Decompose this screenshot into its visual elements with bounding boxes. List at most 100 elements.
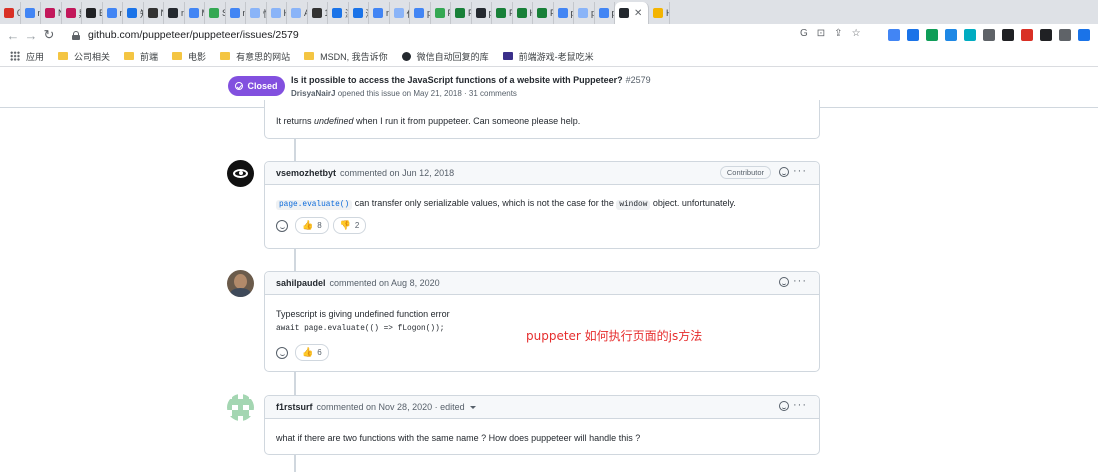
issue-state-label: Closed [247, 81, 278, 91]
extension-icon[interactable] [983, 29, 995, 41]
browser-tab[interactable]: 任 [390, 2, 410, 24]
browser-tab[interactable]: pu [554, 2, 574, 24]
bookmark-label: 有意思的网站 [236, 51, 291, 62]
browser-tab[interactable]: ne [164, 2, 185, 24]
bookmark-item[interactable]: 微信自动回复的库 [401, 50, 489, 63]
browser-tab[interactable]: Pu [492, 2, 513, 24]
extensions-bar [888, 29, 1090, 41]
install-icon[interactable]: ⊡ [817, 28, 825, 39]
more-options-icon[interactable]: ··· [793, 399, 807, 411]
issue-title[interactable]: Is it possible to access the JavaScript … [291, 75, 651, 85]
comment-text: It returns [276, 116, 315, 126]
reactions-bar: 👍 8 👎 2 [276, 217, 808, 234]
browser-tab[interactable]: H [267, 2, 287, 24]
browser-tab[interactable]: H [513, 2, 533, 24]
issue-meta-text: opened this issue on May 21, 2018 · 31 c… [337, 89, 517, 98]
close-tab-icon[interactable]: ✕ [634, 8, 642, 19]
browser-tab[interactable]: H [649, 2, 670, 24]
extension-icon[interactable] [1021, 29, 1033, 41]
browser-tab[interactable]: 深 [349, 2, 369, 24]
bookmark-item[interactable]: 前端游戏-老鼠吃米 [502, 50, 594, 63]
extension-icon[interactable] [1040, 29, 1052, 41]
tab-favicon-icon [653, 8, 663, 18]
browser-tab[interactable]: 深 [328, 2, 349, 24]
browser-tab[interactable]: N [144, 2, 164, 24]
comment-body: It returns undefined when I run it from … [265, 100, 819, 126]
extension-icon[interactable] [926, 29, 938, 41]
browser-tab[interactable]: M [185, 2, 205, 24]
comment-timestamp[interactable]: commented on Aug 8, 2020 [330, 278, 440, 288]
url-text[interactable]: github.com/puppeteer/puppeteer/issues/25… [88, 29, 299, 41]
add-reaction-icon[interactable] [779, 277, 789, 287]
bookmark-item[interactable]: 有意思的网站 [220, 50, 290, 63]
add-reaction-icon[interactable] [276, 346, 288, 359]
tab-favicon-icon [24, 8, 35, 18]
browser-tab[interactable]: 1( [308, 2, 328, 24]
comment-timestamp[interactable]: commented on Nov 28, 2020 · edited [317, 402, 465, 412]
reaction-thumbs-up[interactable]: 👍 6 [295, 344, 329, 361]
reaction-thumbs-up[interactable]: 👍 8 [295, 217, 329, 234]
browser-tab[interactable]: 01 [0, 2, 21, 24]
tab-favicon-icon [434, 8, 445, 18]
bookmark-item[interactable]: MSDN, 我告诉你 [304, 50, 388, 63]
back-icon[interactable]: ← [4, 28, 22, 43]
issue-author-link[interactable]: DrisyaNairJ [291, 89, 335, 98]
edit-history-chevron-icon[interactable] [469, 405, 476, 409]
identicon-pixel [248, 415, 254, 421]
share-icon[interactable]: ⇪ [834, 28, 842, 39]
extension-icon[interactable] [907, 29, 919, 41]
browser-tab[interactable]: Pu [451, 2, 472, 24]
add-reaction-icon[interactable] [779, 401, 789, 411]
browser-tab[interactable]: ne [21, 2, 41, 24]
more-options-icon[interactable]: ··· [793, 165, 807, 177]
browser-tab[interactable]: pu [472, 2, 492, 24]
avatar[interactable] [227, 160, 254, 187]
extension-icon[interactable] [945, 29, 957, 41]
extension-icon[interactable] [1059, 29, 1071, 41]
comment-author-link[interactable]: f1rstsurf [276, 402, 313, 412]
extension-icon[interactable] [964, 29, 976, 41]
avatar[interactable] [227, 394, 254, 421]
browser-tab[interactable]: m [369, 2, 390, 24]
browser-tab[interactable]: Pu [533, 2, 554, 24]
address-bar[interactable]: github.com/puppeteer/puppeteer/issues/25… [72, 27, 792, 43]
forward-icon[interactable]: → [22, 28, 40, 43]
folder-icon [124, 52, 135, 60]
browser-tab[interactable]: 知 [123, 2, 144, 24]
browser-tab[interactable]: N [41, 2, 62, 24]
extension-icon[interactable] [1002, 29, 1014, 41]
browser-tab[interactable]: 异 [62, 2, 82, 24]
browser-tab[interactable]: m [226, 2, 246, 24]
browser-tab[interactable]: pu [410, 2, 431, 24]
browser-tab[interactable]: pu [574, 2, 595, 24]
add-reaction-icon[interactable] [276, 219, 288, 232]
google-translate-icon[interactable]: G [800, 28, 808, 39]
tab-favicon-icon [332, 8, 342, 18]
browser-tab[interactable]: A [287, 2, 308, 24]
comment-timestamp[interactable]: commented on Jun 12, 2018 [340, 168, 454, 178]
more-options-icon[interactable]: ··· [793, 275, 807, 287]
browser-tab[interactable]: Sa [205, 2, 226, 24]
browser-tab-active[interactable]: ✕ [615, 2, 649, 24]
bookmark-item[interactable]: 公司相关 [58, 50, 110, 63]
browser-tab[interactable]: pu [595, 2, 615, 24]
reload-icon[interactable]: ↻ [40, 27, 58, 43]
comment-author-link[interactable]: vsemozhetbyt [276, 168, 336, 178]
browser-tab[interactable]: nc [103, 2, 123, 24]
issue-title-text[interactable]: Is it possible to access the JavaScript … [291, 75, 623, 85]
browser-tab[interactable]: Ex [82, 2, 103, 24]
reaction-thumbs-down[interactable]: 👎 2 [332, 217, 367, 234]
comment-author-link[interactable]: sahilpaudel [276, 278, 326, 288]
browser-tab[interactable]: Pu [431, 2, 451, 24]
tab-favicon-icon [168, 8, 178, 18]
bookmark-item[interactable]: 应用 [0, 50, 44, 63]
extension-icon[interactable] [1078, 29, 1090, 41]
lock-icon[interactable] [72, 30, 80, 40]
bookmark-item[interactable]: 电影 [172, 50, 206, 63]
extension-icon[interactable] [888, 29, 900, 41]
avatar[interactable] [227, 270, 254, 297]
bookmark-item[interactable]: 前端 [124, 50, 158, 63]
browser-tab[interactable]: 快 [246, 2, 267, 24]
add-reaction-icon[interactable] [779, 167, 789, 177]
bookmark-star-icon[interactable]: ☆ [852, 28, 861, 39]
